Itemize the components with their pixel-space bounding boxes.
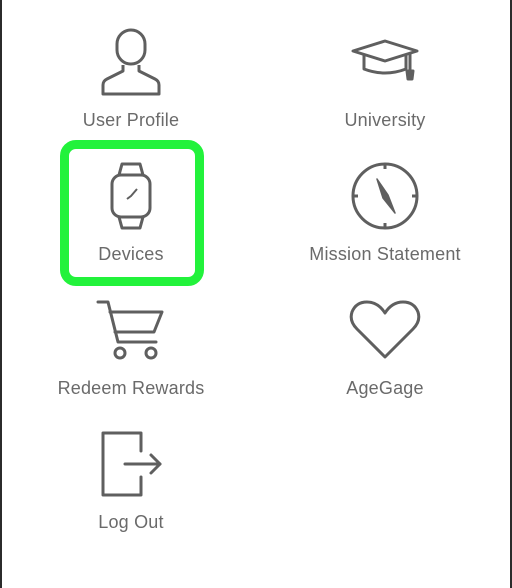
menu-item-label: Devices [98, 244, 164, 264]
menu-item-label: University [344, 110, 426, 130]
menu-item-devices[interactable]: Devices [56, 156, 206, 286]
logout-icon [86, 424, 176, 504]
user-icon [86, 22, 176, 102]
menu-item-agegage[interactable]: AgeGage [310, 290, 460, 420]
shopping-cart-icon [86, 290, 176, 370]
compass-icon [340, 156, 430, 236]
menu-item-mission-statement[interactable]: Mission Statement [309, 156, 461, 286]
graduation-cap-icon [340, 22, 430, 102]
menu-item-label: Log Out [98, 512, 164, 532]
menu-item-label: Mission Statement [309, 244, 461, 264]
menu-screen: User Profile University Devices Mission … [0, 0, 512, 588]
menu-item-university[interactable]: University [310, 22, 460, 152]
menu-item-redeem-rewards[interactable]: Redeem Rewards [56, 290, 206, 420]
menu-item-label: AgeGage [346, 378, 424, 398]
smartwatch-icon [86, 156, 176, 236]
menu-item-label: Redeem Rewards [57, 378, 205, 398]
menu-item-label: User Profile [82, 110, 180, 130]
heart-icon [340, 290, 430, 370]
menu-item-log-out[interactable]: Log Out [56, 424, 206, 554]
menu-item-user-profile[interactable]: User Profile [56, 22, 206, 152]
